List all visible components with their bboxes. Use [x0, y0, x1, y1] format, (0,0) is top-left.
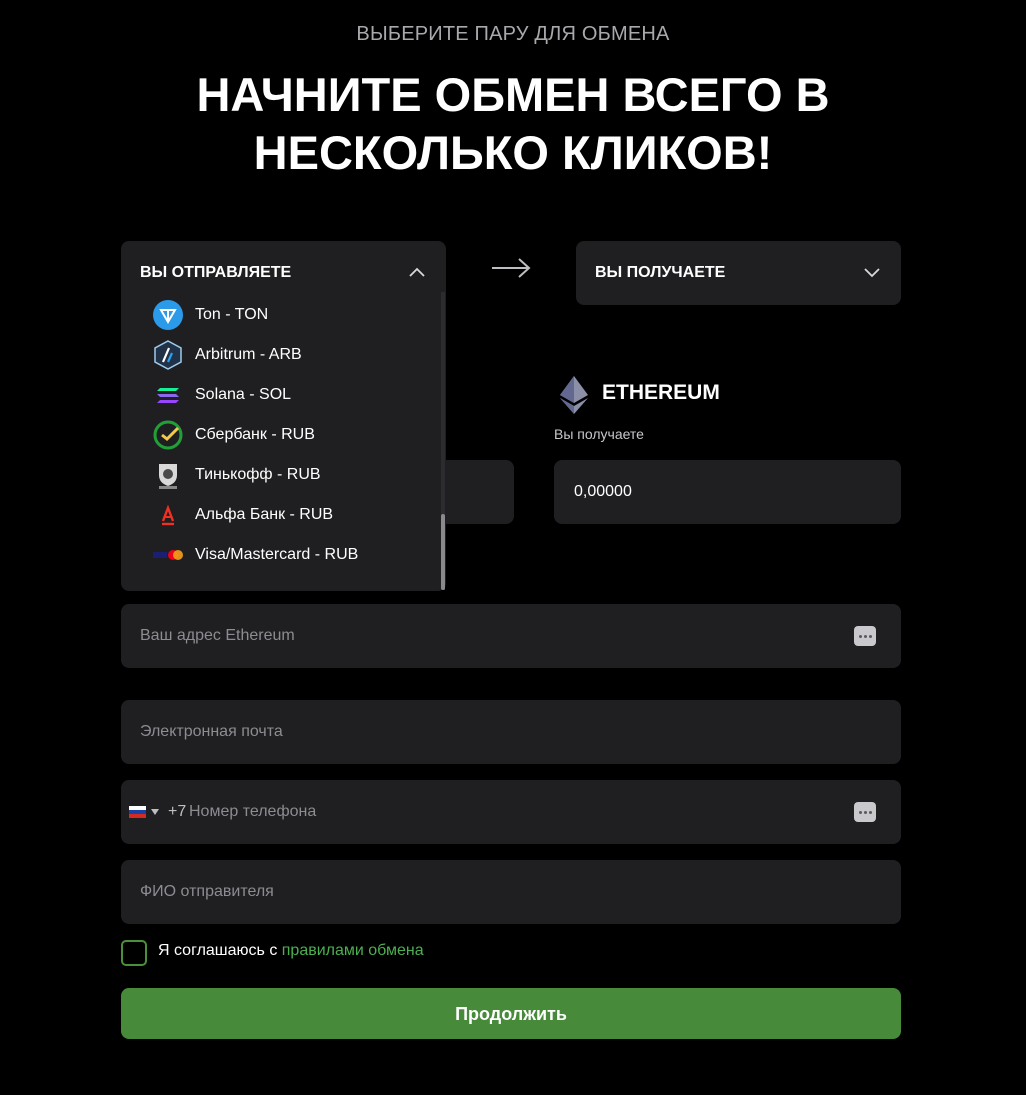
- receive-currency-name: ETHEREUM: [602, 381, 720, 404]
- option-visa-mastercard[interactable]: Visa/Mastercard - RUB: [153, 539, 358, 571]
- send-currency-dropdown[interactable]: ВЫ ОТПРАВЛЯЕТЕ Ton - TON Arbitrum - ARB …: [121, 241, 446, 591]
- dropdown-scrollbar[interactable]: [441, 292, 445, 590]
- autofill-key-icon[interactable]: [854, 626, 876, 646]
- sender-name-input[interactable]: ФИО отправителя: [121, 860, 901, 924]
- option-label: Альфа Банк - RUB: [195, 506, 334, 523]
- phone-country-code: +7: [168, 803, 187, 820]
- receive-amount-field[interactable]: 0,00000: [554, 460, 901, 524]
- ethereum-address-placeholder: Ваш адрес Ethereum: [140, 627, 295, 644]
- exchange-rules-link[interactable]: правилами обмена: [282, 942, 424, 959]
- option-label: Visa/Mastercard - RUB: [195, 546, 359, 563]
- option-sberbank[interactable]: Сбербанк - RUB: [153, 419, 315, 451]
- receive-amount-value: 0,00000: [574, 483, 632, 500]
- agree-checkbox[interactable]: [121, 940, 147, 966]
- visa-mastercard-icon: [153, 540, 183, 570]
- ton-icon: [153, 300, 183, 330]
- alfabank-icon: [153, 500, 183, 530]
- agree-text: Я соглашаюсь с правилами обмена: [158, 942, 424, 960]
- dropdown-scroll-thumb[interactable]: [441, 514, 445, 590]
- tinkoff-icon: [153, 460, 183, 490]
- phone-placeholder: Номер телефона: [189, 803, 317, 820]
- phone-input[interactable]: +7 Номер телефона: [121, 780, 901, 844]
- option-label: Solana - SOL: [195, 386, 292, 403]
- receive-amount-label: Вы получаете: [554, 426, 644, 442]
- receive-currency-select[interactable]: ВЫ ПОЛУЧАЕТЕ: [576, 241, 901, 305]
- ethereum-address-input[interactable]: Ваш адрес Ethereum: [121, 604, 901, 668]
- email-input[interactable]: Электронная почта: [121, 700, 901, 764]
- option-ton[interactable]: Ton - TON: [153, 299, 268, 331]
- page-title: НАЧНИТЕ ОБМЕН ВСЕГО В НЕСКОЛЬКО КЛИКОВ!: [0, 66, 1026, 182]
- option-label: Ton - TON: [195, 306, 269, 323]
- continue-button[interactable]: Продолжить: [121, 988, 901, 1039]
- page-title-line-1: НАЧНИТЕ ОБМЕН ВСЕГО В: [196, 68, 830, 121]
- country-caret-icon[interactable]: [151, 809, 159, 815]
- page-subtitle: ВЫБЕРИТЕ ПАРУ ДЛЯ ОБМЕНА: [356, 23, 670, 45]
- arrow-right-icon: [492, 258, 531, 278]
- sberbank-icon: [153, 420, 183, 450]
- option-arbitrum[interactable]: Arbitrum - ARB: [153, 339, 302, 371]
- agree-label: Я соглашаюсь с: [158, 942, 278, 959]
- receive-currency-label: ВЫ ПОЛУЧАЕТЕ: [595, 264, 726, 281]
- option-label: Arbitrum - ARB: [195, 346, 302, 363]
- page-title-line-2: НЕСКОЛЬКО КЛИКОВ!: [253, 126, 773, 179]
- option-label: Тинькофф - RUB: [195, 466, 321, 483]
- russia-flag-icon[interactable]: [129, 806, 146, 818]
- send-currency-label: ВЫ ОТПРАВЛЯЕТЕ: [140, 264, 292, 281]
- solana-icon: [153, 380, 183, 410]
- sender-name-placeholder: ФИО отправителя: [140, 883, 274, 900]
- option-alfabank[interactable]: Альфа Банк - RUB: [153, 499, 333, 531]
- option-tinkoff[interactable]: Тинькофф - RUB: [153, 459, 321, 491]
- option-solana[interactable]: Solana - SOL: [153, 379, 291, 411]
- autofill-key-icon[interactable]: [854, 802, 876, 822]
- chevron-up-icon[interactable]: [409, 267, 425, 277]
- chevron-down-icon[interactable]: [864, 268, 880, 278]
- email-placeholder: Электронная почта: [140, 723, 283, 740]
- ethereum-icon: [560, 376, 588, 414]
- option-label: Сбербанк - RUB: [195, 426, 315, 443]
- arbitrum-icon: [153, 340, 183, 370]
